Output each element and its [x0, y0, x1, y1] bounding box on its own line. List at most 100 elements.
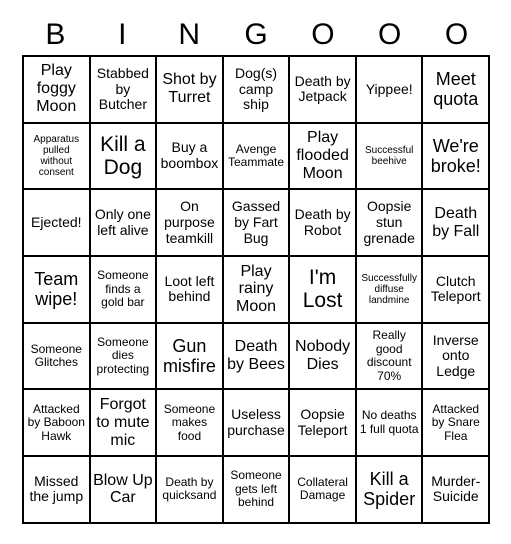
bingo-cell-label: Attacked by Baboon Hawk — [27, 401, 85, 443]
bingo-cell[interactable]: Play foggy Moon — [24, 57, 91, 124]
bingo-row: Team wipe! Someone finds a gold bar Loot l… — [24, 257, 491, 324]
bingo-cell-label: Attacked by Snare Flea — [431, 401, 480, 443]
bingo-cell[interactable]: Successfully diffuse landmine — [356, 257, 424, 324]
bingo-cell[interactable]: Clutch Teleport — [423, 257, 491, 324]
bingo-cell-label: Clutch Teleport — [430, 272, 481, 305]
bingo-cell[interactable]: Death by Bees — [223, 323, 291, 391]
bingo-cell-label: Forgot to mute mic — [96, 395, 150, 449]
bingo-row: Ejected! Only one left alive On purpose te… — [24, 190, 491, 258]
bingo-cell-label: Avenge Teammate — [228, 141, 285, 170]
bingo-cell[interactable]: On purpose teamkill — [157, 190, 224, 258]
bingo-cell[interactable]: Gun misfire — [157, 323, 224, 391]
bingo-cell[interactable]: Meet quota — [423, 57, 491, 124]
bingo-cell-label: Missed the jump — [29, 472, 84, 505]
bingo-cell[interactable]: Someone gets left behind — [223, 457, 291, 524]
bingo-cell-label: Death by quicksand — [162, 475, 217, 503]
bingo-cell-label: Yippee! — [365, 80, 413, 97]
bingo-card: B I N G O O O Play foggy Moon Stabbed by Butche… — [22, 14, 491, 524]
bingo-cell[interactable]: Someone dies protecting — [90, 323, 158, 391]
bingo-cell-label: Kill a Spider — [363, 469, 416, 510]
bingo-cell[interactable]: Death by Jetpack — [290, 57, 357, 124]
bingo-cell-label: Oopsie stun grenade — [363, 198, 415, 246]
bingo-cell[interactable]: Avenge Teammate — [223, 123, 291, 191]
bingo-cell[interactable]: Kill a Spider — [356, 457, 424, 524]
bingo-cell-label: Really good discount 70% — [366, 328, 412, 383]
bingo-cell-label: On purpose teamkill — [164, 198, 215, 246]
bingo-cell[interactable]: Someone finds a gold bar — [90, 257, 158, 324]
bingo-cell[interactable]: Oopsie Teleport — [290, 390, 357, 458]
bingo-cell[interactable]: Kill a Dog — [90, 123, 158, 191]
bingo-cell[interactable]: Shot by Turret — [157, 57, 224, 124]
bingo-cell[interactable]: Inverse onto Ledge — [423, 323, 491, 391]
bingo-cell[interactable]: Collateral Damage — [290, 457, 357, 524]
bingo-cell[interactable]: No deaths 1 full quota — [356, 390, 424, 458]
bingo-cell[interactable]: Useless purchase — [223, 390, 291, 458]
bingo-cell[interactable]: I'm Lost — [290, 257, 357, 324]
bingo-cell[interactable]: Stabbed by Butcher — [90, 57, 158, 124]
bingo-cell-label: Oopsie Teleport — [297, 406, 348, 438]
bingo-row: Play foggy Moon Stabbed by Butcher Shot by… — [24, 57, 491, 124]
bingo-cell[interactable]: Successful beehive — [356, 123, 424, 191]
bingo-cell[interactable]: Missed the jump — [24, 457, 91, 524]
bingo-cell[interactable]: Oopsie stun grenade — [356, 190, 424, 258]
bingo-cell-label: Gassed by Fart Bug — [231, 198, 281, 246]
bingo-header-letter: N — [178, 17, 200, 51]
bingo-header-letter: O — [311, 17, 335, 51]
bingo-grid: Play foggy Moon Stabbed by Butcher Shot by… — [22, 55, 491, 524]
bingo-cell-label: Someone makes food — [163, 401, 216, 443]
bingo-cell-label: Kill a Dog — [100, 132, 146, 180]
bingo-cell-label: Play flooded Moon — [296, 129, 349, 182]
bingo-cell[interactable]: Only one left alive — [90, 190, 158, 258]
bingo-cell[interactable]: Play rainy Moon — [223, 257, 291, 324]
bingo-cell-label: Death by Jetpack — [294, 72, 351, 105]
bingo-cell[interactable]: Blow Up Car — [90, 457, 158, 524]
bingo-cell[interactable]: Ejected! — [24, 190, 91, 258]
bingo-row: Someone Glitches Someone dies protecting G… — [24, 323, 491, 391]
bingo-header-letter: O — [378, 17, 402, 51]
bingo-row: Missed the jump Blow Up Car Death by quick… — [24, 457, 491, 524]
bingo-cell[interactable]: Dog(s) camp ship — [223, 57, 291, 124]
bingo-cell[interactable]: Death by Fall — [423, 190, 491, 258]
bingo-cell[interactable]: Forgot to mute mic — [90, 390, 158, 458]
bingo-cell-label: No deaths 1 full quota — [359, 408, 419, 436]
bingo-cell[interactable]: Attacked by Baboon Hawk — [24, 390, 91, 458]
bingo-cell[interactable]: Loot left behind — [157, 257, 224, 324]
bingo-cell[interactable]: Apparatus pulled without consent — [24, 123, 91, 191]
bingo-cell-label: Death by Robot — [294, 206, 351, 238]
bingo-cell-label: I'm Lost — [302, 265, 343, 313]
bingo-cell-label: Play rainy Moon — [236, 262, 277, 316]
bingo-cell-label: Meet quota — [433, 69, 479, 110]
bingo-cell[interactable]: Attacked by Snare Flea — [423, 390, 491, 458]
bingo-cell[interactable]: Murder-Suicide — [423, 457, 491, 524]
bingo-cell-label: Only one left alive — [94, 206, 151, 238]
bingo-cell[interactable]: Yippee! — [356, 57, 424, 124]
bingo-cell-label: Successful beehive — [365, 144, 414, 168]
bingo-cell-label: Team wipe! — [34, 269, 79, 310]
bingo-cell[interactable]: We're broke! — [423, 123, 491, 191]
bingo-cell[interactable]: Team wipe! — [24, 257, 91, 324]
bingo-cell-label: We're broke! — [430, 135, 481, 177]
bingo-cell-label: Play foggy Moon — [36, 62, 77, 116]
bingo-cell[interactable]: Buy a boombox — [157, 123, 224, 191]
bingo-cell[interactable]: Play flooded Moon — [290, 123, 357, 191]
bingo-cell-label: Death by Bees — [227, 338, 285, 374]
bingo-header: BINGOOO — [22, 14, 490, 55]
bingo-cell-label: Buy a boombox — [160, 139, 219, 172]
bingo-cell-label: Gun misfire — [162, 335, 216, 377]
bingo-header-letter: B — [45, 17, 66, 51]
bingo-cell[interactable]: Gassed by Fart Bug — [223, 190, 291, 258]
bingo-cell-label: Someone gets left behind — [230, 468, 282, 510]
bingo-cell-label: Dog(s) camp ship — [235, 64, 278, 113]
bingo-cell[interactable]: Death by Robot — [290, 190, 357, 258]
bingo-cell[interactable]: Nobody Dies — [290, 323, 357, 391]
bingo-cell[interactable]: Really good discount 70% — [356, 323, 424, 391]
bingo-row: Apparatus pulled without consent Kill a D… — [24, 123, 491, 191]
bingo-cell-label: Inverse onto Ledge — [432, 331, 479, 379]
bingo-cell[interactable]: Someone makes food — [157, 390, 224, 458]
bingo-header-letter: I — [118, 17, 127, 51]
bingo-cell-label: Someone finds a gold bar — [97, 268, 149, 310]
bingo-row: Attacked by Baboon Hawk Forgot to mute mi… — [24, 390, 491, 458]
bingo-cell[interactable]: Death by quicksand — [157, 457, 224, 524]
bingo-cell[interactable]: Someone Glitches — [24, 323, 91, 391]
bingo-cell-label: Murder-Suicide — [431, 472, 481, 505]
